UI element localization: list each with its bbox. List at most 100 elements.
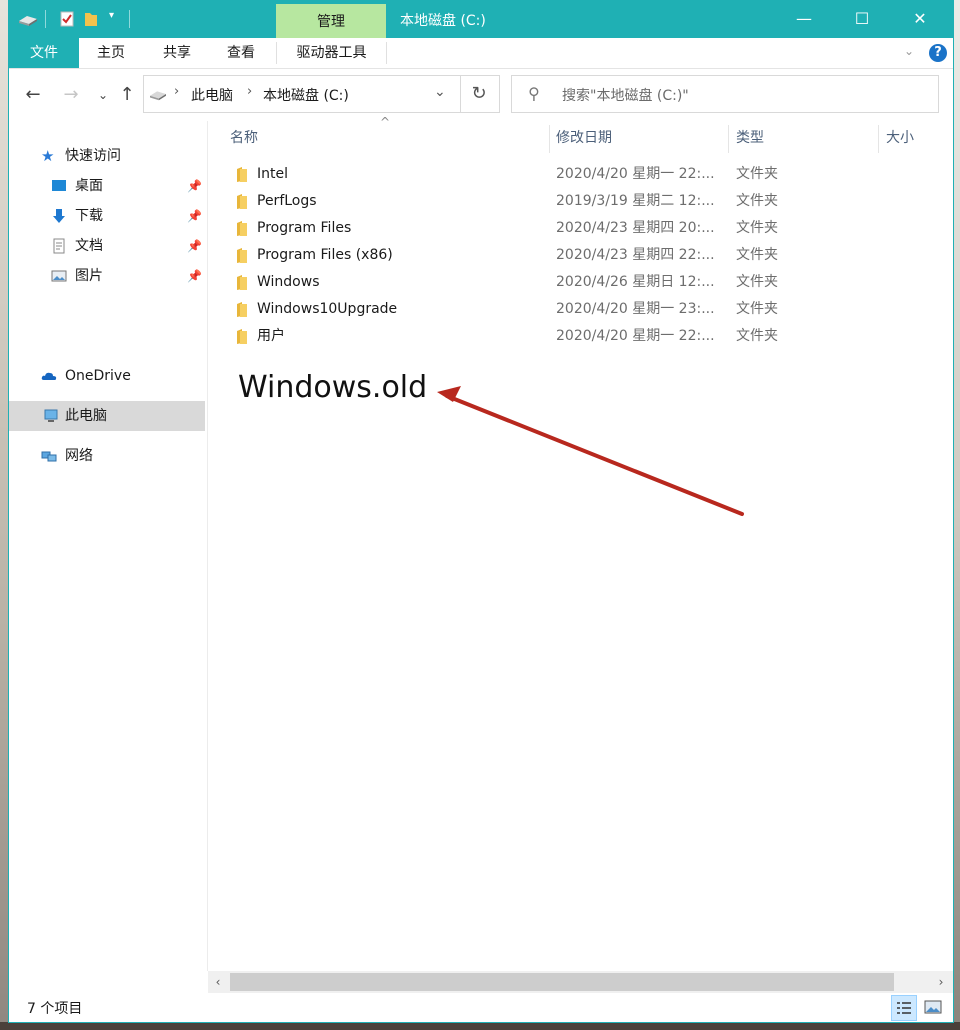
sidebar-item-this-pc[interactable]: 此电脑 [9,401,205,431]
file-name: Program Files [257,220,352,236]
file-name: Windows [257,274,320,290]
up-arrow-icon[interactable]: ↑ [115,83,139,107]
maximize-button[interactable]: ☐ [833,0,891,38]
manage-context-tab[interactable]: 管理 [276,4,386,38]
address-dropdown-icon[interactable]: ⌄ [434,84,446,100]
drive-icon [19,16,37,26]
table-row[interactable]: Windows 2020/4/26 星期日 12:... 文件夹 [208,269,953,296]
folder-icon [237,329,247,344]
table-row[interactable]: PerfLogs 2019/3/19 星期二 12:... 文件夹 [208,188,953,215]
folder-icon [237,275,247,290]
tab-view[interactable]: 查看 [211,38,271,68]
expand-ribbon-icon[interactable]: ⌄ [904,44,914,58]
file-date: 2020/4/23 星期四 20:... [556,220,715,236]
breadcrumb-local-disk[interactable]: 本地磁盘 (C:) [263,85,349,105]
table-row[interactable]: 用户 2020/4/20 星期一 22:... 文件夹 [208,323,953,350]
computer-icon [44,409,58,422]
file-name: PerfLogs [257,193,317,209]
column-header-date[interactable]: 修改日期 [556,121,612,155]
column-separator[interactable] [549,125,550,153]
sidebar-item-label: 快速访问 [65,148,121,164]
new-folder-icon[interactable] [83,10,99,28]
search-box[interactable]: ⚲ 搜索"本地磁盘 (C:)" [511,75,939,113]
quick-access-dropdown-icon[interactable]: ▾ [109,10,114,21]
sidebar-item-onedrive[interactable]: OneDrive [9,361,205,391]
breadcrumb-chevron-icon[interactable]: › [247,84,252,99]
column-separator[interactable] [728,125,729,153]
network-icon [41,451,57,462]
help-icon[interactable]: ? [929,44,947,62]
back-arrow-icon[interactable]: ← [21,83,45,107]
desktop-background-bottom [0,1022,960,1030]
properties-icon[interactable] [59,10,75,28]
pin-icon[interactable]: 📌 [187,231,202,261]
folder-icon [237,221,247,236]
details-view-icon[interactable] [891,995,917,1021]
pin-icon[interactable]: 📌 [187,261,202,291]
sidebar-item-quick-access[interactable]: ★ 快速访问 [9,141,205,171]
folder-icon [237,248,247,263]
window-title: 本地磁盘 (C:) [400,13,486,29]
table-row[interactable]: Windows10Upgrade 2020/4/20 星期一 23:... 文件… [208,296,953,323]
tab-home[interactable]: 主页 [81,38,141,68]
file-explorer-window: ▾ 管理 本地磁盘 (C:) — ☐ ✕ 文件 主页 共享 查看 驱动器工具 ⌄… [8,0,954,1023]
sidebar-item-label: OneDrive [65,368,131,384]
pin-icon[interactable]: 📌 [187,201,202,231]
sidebar-item-desktop[interactable]: 桌面 📌 [9,171,205,201]
file-date: 2020/4/23 星期四 22:... [556,247,715,263]
ribbon-tab-bar: 文件 主页 共享 查看 驱动器工具 ⌄ ? [9,38,953,69]
file-list-pane: ^ 名称 修改日期 类型 大小 Intel 2020/4/20 星期一 22:.… [208,115,953,971]
large-icons-view-icon[interactable] [921,995,945,1019]
file-type: 文件夹 [736,301,778,317]
column-header-type[interactable]: 类型 [736,121,764,155]
refresh-button[interactable]: ↻ [459,75,500,113]
file-type: 文件夹 [736,220,778,236]
sidebar-item-downloads[interactable]: 下载 📌 [9,201,205,231]
forward-arrow-icon[interactable]: → [59,83,83,107]
status-bar: 7 个项目 [9,993,953,1022]
star-icon: ★ [41,147,55,165]
desktop-icon [52,180,66,191]
picture-icon [51,270,67,282]
column-separator[interactable] [878,125,879,153]
sidebar-item-network[interactable]: 网络 [9,441,205,471]
address-bar[interactable]: › 此电脑 › 本地磁盘 (C:) ⌄ [143,75,461,113]
scroll-left-icon[interactable]: ‹ [208,971,228,993]
sidebar-item-label: 下载 [75,208,103,224]
file-name: Windows10Upgrade [257,301,398,317]
close-button[interactable]: ✕ [891,0,949,38]
search-input[interactable]: 搜索"本地磁盘 (C:)" [562,85,689,105]
annotation-label: Windows.old [238,370,428,405]
breadcrumb-this-pc[interactable]: 此电脑 [191,85,233,105]
tab-share[interactable]: 共享 [147,38,207,68]
horizontal-scrollbar[interactable]: ‹ › [208,971,953,993]
title-separator [45,10,46,28]
column-header-name[interactable]: 名称 [230,121,258,155]
breadcrumb-chevron-icon[interactable]: › [174,84,179,99]
minimize-button[interactable]: — [775,0,833,38]
column-header-size[interactable]: 大小 [886,121,914,155]
sidebar-item-pictures[interactable]: 图片 📌 [9,261,205,291]
scroll-right-icon[interactable]: › [931,971,951,993]
table-row[interactable]: Program Files (x86) 2020/4/23 星期四 22:...… [208,242,953,269]
file-name: Intel [257,166,288,182]
sort-ascending-icon: ^ [380,115,391,129]
desktop-background-left [0,0,8,1030]
recent-locations-chevron-icon[interactable]: ⌄ [91,83,115,107]
sidebar-item-label: 此电脑 [65,408,107,424]
tab-drive-tools[interactable]: 驱动器工具 [277,38,386,68]
item-count: 7 个项目 [27,1001,83,1017]
ribbon-separator [386,42,387,64]
tab-file[interactable]: 文件 [9,38,79,68]
sidebar-item-documents[interactable]: 文档 📌 [9,231,205,261]
table-row[interactable]: Program Files 2020/4/23 星期四 20:... 文件夹 [208,215,953,242]
pin-icon[interactable]: 📌 [187,171,202,201]
table-row[interactable]: Intel 2020/4/20 星期一 22:... 文件夹 [208,161,953,188]
file-type: 文件夹 [736,328,778,344]
file-type: 文件夹 [736,166,778,182]
scrollbar-thumb[interactable] [230,973,894,991]
file-type: 文件夹 [736,274,778,290]
sidebar-item-label: 文档 [75,238,103,254]
navigation-bar: ← → ⌄ ↑ › 此电脑 › 本地磁盘 (C:) ⌄ ↻ ⚲ 搜索"本地磁盘 … [9,69,953,121]
title-bar: ▾ 管理 本地磁盘 (C:) — ☐ ✕ [9,0,953,38]
